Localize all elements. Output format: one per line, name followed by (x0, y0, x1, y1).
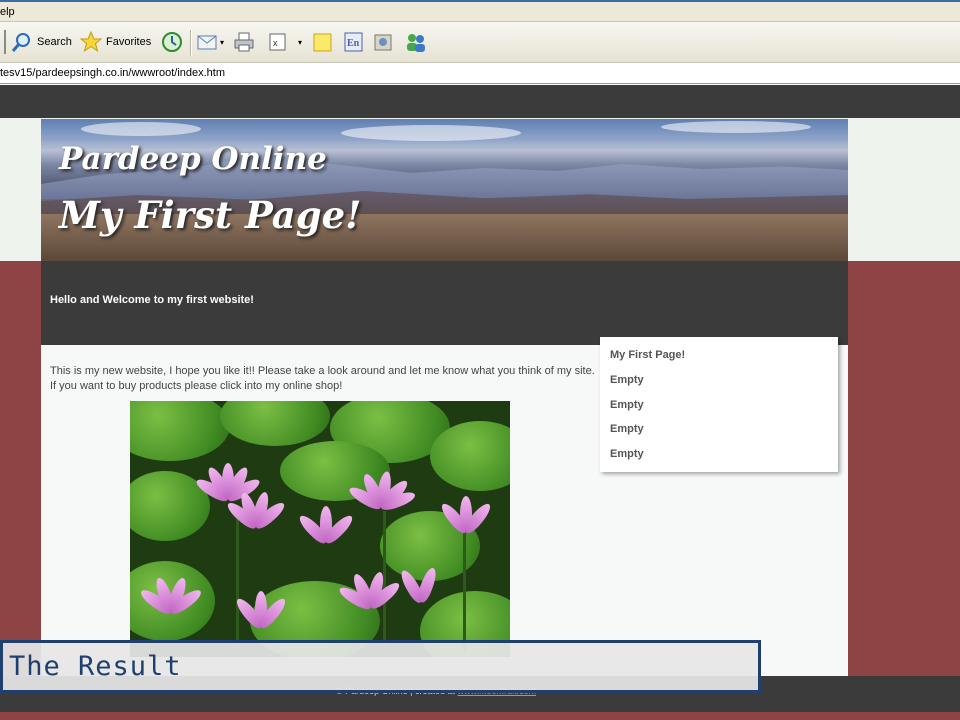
intro-paragraph: This is my new website, I hope you like … (50, 365, 595, 392)
lily-flower (135, 566, 205, 626)
banner-cloud (81, 122, 201, 136)
edit-dropdown-icon[interactable]: ▾ (298, 38, 302, 47)
sidebar-item-empty[interactable]: Empty (610, 448, 644, 460)
search-button[interactable]: Search (10, 28, 72, 56)
browser-menubar: elp (0, 0, 960, 22)
water-lily-image (130, 401, 510, 657)
sidebar-item-empty[interactable]: Empty (610, 399, 644, 411)
history-icon (160, 30, 184, 54)
sidebar-nav: My First Page! Empty Empty Empty Empty (600, 337, 838, 472)
favorites-label: Favorites (106, 36, 152, 48)
history-button[interactable] (160, 28, 184, 56)
printer-icon (232, 30, 256, 54)
lily-flower (385, 556, 455, 616)
lily-flower (345, 461, 417, 521)
lily-flower (430, 486, 500, 546)
tools-button[interactable] (372, 28, 396, 56)
banner-cloud (661, 121, 811, 133)
slide-caption-box: The Result (0, 640, 761, 693)
banner-title-line2: My First Page! (59, 193, 362, 237)
address-bar[interactable]: tesv15/pardeepsingh.co.in/wwwroot/index.… (0, 63, 960, 84)
edit-button[interactable]: x ▾ (266, 28, 302, 56)
mail-icon (196, 30, 220, 54)
sidebar-item-empty[interactable]: Empty (610, 423, 644, 435)
back-arrow-icon (0, 30, 6, 54)
messenger-users-icon (404, 30, 428, 54)
lily-pad (130, 401, 230, 461)
sidebar-item-empty[interactable]: Empty (610, 374, 644, 386)
lily-stem (463, 531, 466, 651)
toolbar-separator (190, 30, 191, 56)
web-page: Pardeep Online My First Page! Hello and … (0, 85, 960, 720)
page-top-band (0, 85, 960, 118)
research-icon: En (342, 30, 366, 54)
lily-pad (220, 401, 330, 446)
mail-dropdown-icon[interactable]: ▾ (220, 38, 224, 47)
print-button[interactable] (232, 28, 256, 56)
sidebar-item-my-first-page[interactable]: My First Page! (610, 349, 685, 361)
lily-flower (225, 581, 295, 641)
banner-title-line1: Pardeep Online (59, 141, 327, 177)
discuss-button[interactable] (311, 28, 335, 56)
lily-flower (220, 481, 290, 541)
menu-help[interactable]: elp (0, 6, 15, 18)
research-button[interactable]: En (342, 28, 366, 56)
svg-text:En: En (347, 38, 360, 49)
lily-pad (430, 421, 510, 491)
search-icon (10, 30, 34, 54)
tools-icon (372, 30, 396, 54)
address-url: tesv15/pardeepsingh.co.in/wwwroot/index.… (0, 67, 226, 79)
search-label: Search (37, 36, 72, 48)
sticky-note-icon (311, 30, 335, 54)
header-banner: Pardeep Online My First Page! (41, 119, 848, 261)
back-button-edge[interactable] (0, 28, 6, 56)
welcome-heading: Hello and Welcome to my first website! (50, 294, 254, 306)
browser-toolbar: Search Favorites ▾ x ▾ En (0, 22, 960, 63)
edit-document-icon: x (266, 30, 290, 54)
messenger-button[interactable] (404, 28, 428, 56)
welcome-band: Hello and Welcome to my first website! (41, 261, 848, 345)
favorites-button[interactable]: Favorites (79, 28, 151, 56)
slide-caption: The Result (9, 651, 182, 682)
banner-cloud (341, 125, 521, 141)
mail-button[interactable]: ▾ (196, 28, 224, 56)
svg-text:x: x (273, 38, 278, 48)
star-icon (79, 30, 103, 54)
